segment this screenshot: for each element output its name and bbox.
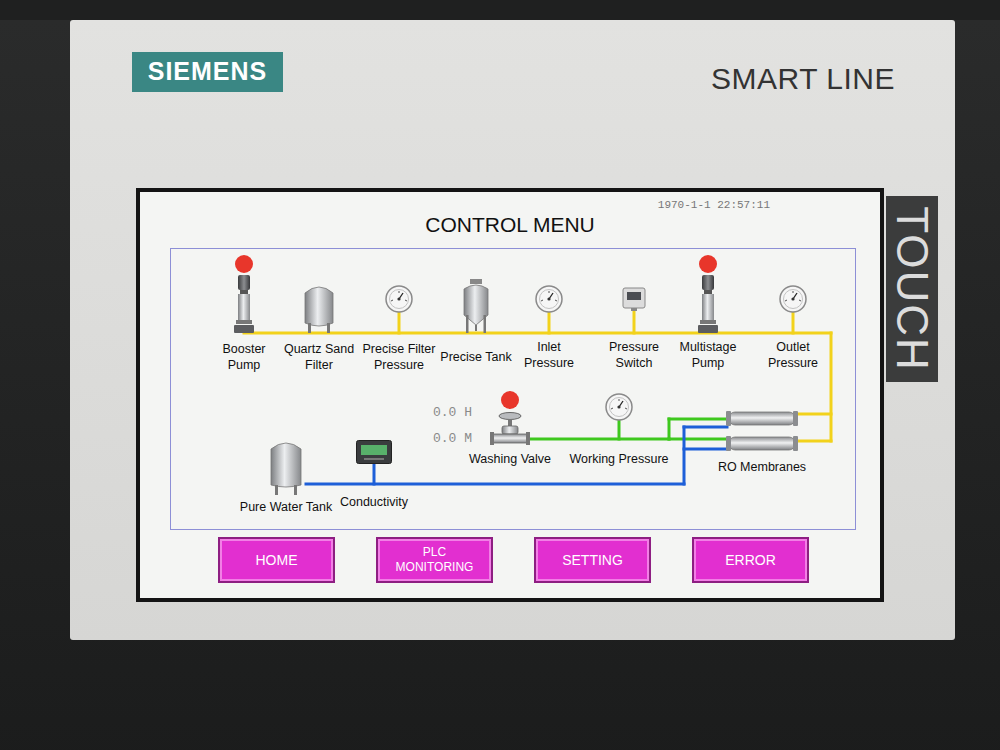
touch-badge: TOUCH	[886, 196, 938, 382]
component-label: Conductivity	[340, 494, 408, 510]
component-figure	[461, 279, 491, 333]
component-label: Precise Tank	[440, 349, 511, 365]
component-label: Multistage Pump	[676, 339, 740, 371]
component-figure	[779, 285, 807, 313]
pressure-gauge-icon	[605, 393, 633, 421]
datetime: 1970-1-1 22:57:11	[140, 192, 880, 212]
component-figure	[301, 281, 337, 333]
component-label: Quartz Sand Filter	[281, 341, 357, 373]
component-label: Outlet Pressure	[764, 339, 822, 371]
device-frame: SIEMENS SMART LINE 1970-1-1 22:57:11 CON…	[70, 20, 955, 640]
component-figure	[726, 407, 798, 455]
status-dot	[699, 255, 717, 273]
component-figure[interactable]	[490, 412, 530, 446]
pump-icon	[231, 275, 257, 333]
timer-readout: 0.0 M	[433, 431, 472, 447]
hmi-device: SIEMENS SMART LINE 1970-1-1 22:57:11 CON…	[0, 20, 1000, 750]
nav-button[interactable]: SETTING	[534, 537, 651, 583]
timer-readout: 0.0 H	[433, 405, 472, 421]
pressure-gauge-icon	[385, 285, 413, 313]
component-label: Inlet Pressure	[520, 339, 578, 371]
precise-tank-icon	[461, 279, 491, 333]
component-figure	[385, 285, 413, 313]
status-dot	[501, 391, 519, 409]
component-figure[interactable]	[231, 275, 257, 333]
pressure-gauge-icon	[535, 285, 563, 313]
component-figure	[622, 287, 646, 311]
frame-header: SIEMENS SMART LINE	[70, 20, 955, 112]
screen-bezel: 1970-1-1 22:57:11 CONTROL MENU Booster P…	[136, 188, 884, 602]
pressure-gauge-icon	[779, 285, 807, 313]
brand-logo: SIEMENS	[132, 52, 283, 92]
screen-title: CONTROL MENU	[140, 212, 880, 238]
component-label: Washing Valve	[469, 451, 551, 467]
component-label: Booster Pump	[214, 341, 274, 373]
pipe-lines	[171, 249, 857, 531]
component-label: Pressure Switch	[605, 339, 663, 371]
component-figure[interactable]	[695, 275, 721, 333]
model-name: SMART LINE	[711, 56, 895, 101]
component-figure	[535, 285, 563, 313]
nav-button[interactable]: HOME	[218, 537, 335, 583]
nav-button[interactable]: PLC MONITORING	[376, 537, 493, 583]
valve-icon	[490, 412, 530, 446]
status-dot	[235, 255, 253, 273]
pressure-switch-icon	[622, 287, 646, 311]
component-label: Pure Water Tank	[240, 499, 332, 515]
component-label: Precise Filter Pressure	[356, 341, 442, 373]
component-figure	[267, 437, 305, 495]
touch-screen: 1970-1-1 22:57:11 CONTROL MENU Booster P…	[140, 192, 880, 598]
pump-icon	[695, 275, 721, 333]
component-label: RO Membranes	[718, 459, 806, 475]
ro-membrane-icon	[726, 407, 798, 455]
conductivity-meter-icon	[356, 440, 392, 464]
nav-buttons: HOME PLC MONITORING SETTING ERROR	[140, 530, 880, 583]
nav-button[interactable]: ERROR	[692, 537, 809, 583]
filter-tank-icon	[301, 281, 337, 333]
touch-label: TOUCH	[890, 206, 934, 372]
component-label: Working Pressure	[569, 451, 668, 467]
component-figure	[356, 440, 392, 464]
component-figure	[605, 393, 633, 421]
water-tank-icon	[267, 437, 305, 495]
process-diagram: Booster PumpQuartz Sand FilterPrecise Fi…	[170, 248, 856, 530]
